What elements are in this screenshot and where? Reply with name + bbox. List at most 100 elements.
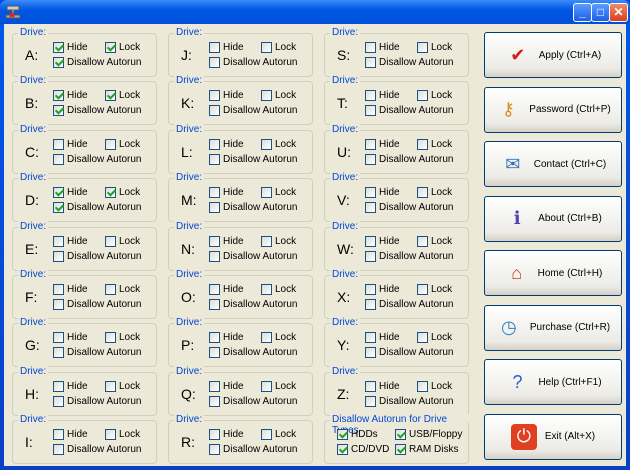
checkbox-box[interactable] (261, 42, 272, 53)
checkbox-box[interactable] (209, 380, 220, 392)
lock-checkbox[interactable]: Lock (417, 187, 452, 199)
checkbox-box[interactable] (105, 380, 116, 392)
checkbox-box[interactable] (105, 332, 116, 344)
lock-checkbox[interactable]: Lock (105, 429, 140, 441)
checkbox-box[interactable] (105, 42, 116, 53)
checkbox-box[interactable] (209, 138, 220, 150)
lock-checkbox[interactable]: Lock (417, 284, 452, 295)
checkbox-box[interactable] (417, 90, 428, 102)
checkbox-box[interactable] (209, 42, 220, 53)
disallow-autorun-checkbox[interactable]: Disallow Autorun (53, 105, 141, 117)
checkbox-box[interactable] (53, 250, 64, 262)
checkbox-box[interactable] (365, 105, 376, 117)
password-button[interactable]: ⚷ Password (Ctrl+P) (484, 86, 622, 133)
maximize-button[interactable]: □ (591, 3, 610, 22)
disallow-autorun-checkbox[interactable]: Disallow Autorun (209, 57, 297, 68)
hide-checkbox[interactable]: Hide (365, 138, 400, 150)
title-bar[interactable]: _ □ ✕ (0, 0, 630, 24)
checkbox-box[interactable] (337, 444, 348, 455)
checkbox-box[interactable] (105, 429, 116, 441)
disallow-autorun-checkbox[interactable]: Disallow Autorun (53, 444, 141, 456)
checkbox-box[interactable] (53, 380, 64, 392)
checkbox-box[interactable] (261, 90, 272, 102)
hide-checkbox[interactable]: Hide (365, 90, 400, 102)
lock-checkbox[interactable]: Lock (261, 138, 296, 150)
lock-checkbox[interactable]: Lock (261, 284, 296, 295)
hide-checkbox[interactable]: Hide (365, 42, 400, 53)
lock-checkbox[interactable]: Lock (261, 380, 296, 392)
disallow-autorun-checkbox[interactable]: Disallow Autorun (209, 250, 297, 262)
checkbox-box[interactable] (209, 429, 220, 441)
disallow-autorun-checkbox[interactable]: Disallow Autorun (53, 202, 141, 214)
hide-checkbox[interactable]: Hide (209, 90, 244, 102)
checkbox-box[interactable] (53, 90, 64, 102)
lock-checkbox[interactable]: Lock (417, 42, 452, 53)
close-button[interactable]: ✕ (609, 3, 628, 22)
checkbox-box[interactable] (53, 57, 64, 68)
disallow-autorun-checkbox[interactable]: Disallow Autorun (365, 57, 453, 68)
disallow-autorun-checkbox[interactable]: Disallow Autorun (53, 299, 141, 310)
hide-checkbox[interactable]: Hide (53, 429, 88, 441)
checkbox-box[interactable] (209, 284, 220, 295)
hide-checkbox[interactable]: Hide (53, 138, 88, 150)
lock-checkbox[interactable]: Lock (105, 332, 140, 344)
lock-checkbox[interactable]: Lock (261, 42, 296, 53)
hide-checkbox[interactable]: Hide (53, 380, 88, 392)
minimize-button[interactable]: _ (573, 3, 592, 22)
checkbox-box[interactable] (209, 395, 220, 407)
checkbox-box[interactable] (209, 202, 220, 214)
checkbox-box[interactable] (395, 429, 406, 440)
disallow-autorun-checkbox[interactable]: Disallow Autorun (365, 299, 453, 310)
checkbox-box[interactable] (53, 138, 64, 150)
autorun-type-checkbox[interactable]: RAM Disks (395, 444, 458, 455)
checkbox-box[interactable] (53, 347, 64, 359)
lock-checkbox[interactable]: Lock (261, 332, 296, 344)
hide-checkbox[interactable]: Hide (53, 284, 88, 295)
checkbox-box[interactable] (105, 187, 116, 199)
checkbox-box[interactable] (365, 284, 376, 295)
lock-checkbox[interactable]: Lock (105, 187, 140, 199)
disallow-autorun-checkbox[interactable]: Disallow Autorun (209, 153, 297, 165)
checkbox-box[interactable] (105, 284, 116, 295)
hide-checkbox[interactable]: Hide (53, 332, 88, 344)
checkbox-box[interactable] (209, 235, 220, 247)
checkbox-box[interactable] (261, 332, 272, 344)
checkbox-box[interactable] (209, 90, 220, 102)
checkbox-box[interactable] (209, 444, 220, 456)
checkbox-box[interactable] (365, 202, 376, 214)
checkbox-box[interactable] (261, 429, 272, 441)
checkbox-box[interactable] (53, 202, 64, 214)
hide-checkbox[interactable]: Hide (365, 187, 400, 199)
checkbox-box[interactable] (365, 235, 376, 247)
hide-checkbox[interactable]: Hide (53, 235, 88, 247)
disallow-autorun-checkbox[interactable]: Disallow Autorun (365, 250, 453, 262)
checkbox-box[interactable] (53, 299, 64, 310)
checkbox-box[interactable] (209, 105, 220, 117)
disallow-autorun-checkbox[interactable]: Disallow Autorun (209, 299, 297, 310)
hide-checkbox[interactable]: Hide (53, 187, 88, 199)
checkbox-box[interactable] (365, 153, 376, 165)
checkbox-box[interactable] (417, 138, 428, 150)
checkbox-box[interactable] (209, 347, 220, 359)
checkbox-box[interactable] (53, 444, 64, 456)
checkbox-box[interactable] (365, 138, 376, 150)
home-button[interactable]: ⌂ Home (Ctrl+H) (484, 250, 622, 296)
disallow-autorun-checkbox[interactable]: Disallow Autorun (53, 153, 141, 165)
hide-checkbox[interactable]: Hide (53, 42, 88, 53)
disallow-autorun-checkbox[interactable]: Disallow Autorun (53, 347, 141, 359)
checkbox-box[interactable] (105, 90, 116, 102)
checkbox-box[interactable] (417, 42, 428, 53)
checkbox-box[interactable] (53, 187, 64, 199)
checkbox-box[interactable] (53, 395, 64, 407)
hide-checkbox[interactable]: Hide (209, 187, 244, 199)
checkbox-box[interactable] (261, 187, 272, 199)
checkbox-box[interactable] (365, 187, 376, 199)
checkbox-box[interactable] (53, 332, 64, 344)
checkbox-box[interactable] (261, 380, 272, 392)
hide-checkbox[interactable]: Hide (53, 90, 88, 102)
disallow-autorun-checkbox[interactable]: Disallow Autorun (209, 105, 297, 117)
hide-checkbox[interactable]: Hide (209, 138, 244, 150)
checkbox-box[interactable] (365, 395, 376, 407)
checkbox-box[interactable] (105, 235, 116, 247)
lock-checkbox[interactable]: Lock (417, 235, 452, 247)
